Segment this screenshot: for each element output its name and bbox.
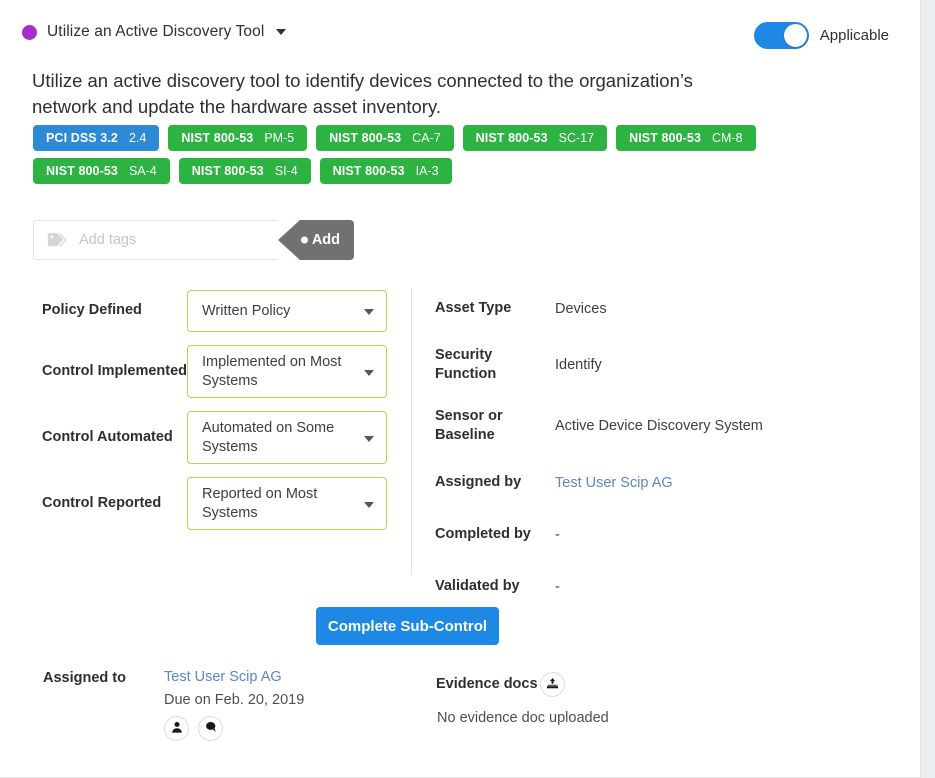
detail-label: Sensor or Baseline bbox=[435, 408, 503, 444]
form-row-label: Control Reported bbox=[42, 494, 162, 511]
select-value: Reported on Most Systems bbox=[202, 486, 318, 521]
form-row-label: Control Automated bbox=[42, 428, 173, 445]
upload-evidence-button[interactable] bbox=[540, 672, 565, 697]
form-row-label: Control Implemented bbox=[42, 362, 188, 379]
framework-badge[interactable]: NIST 800-53 SC-17 bbox=[462, 125, 608, 151]
person-icon bbox=[171, 721, 183, 736]
badge-code-label: SA-4 bbox=[128, 164, 157, 178]
add-tag-button-label: Add bbox=[311, 232, 340, 248]
column-divider bbox=[411, 288, 412, 575]
tag-input-container[interactable] bbox=[33, 220, 278, 260]
detail-value-link[interactable]: Test User Scip AG bbox=[555, 475, 673, 491]
assigned-to-block: Test User Scip AG Due on Feb. 20, 2019 bbox=[164, 669, 304, 741]
badge-code-label: 2.4 bbox=[128, 131, 147, 145]
applicable-toggle-label: Applicable bbox=[819, 27, 889, 44]
detail-row: Asset Type Devices bbox=[435, 294, 895, 323]
detail-row: Validated by - bbox=[435, 573, 895, 602]
select-value: Automated on Some Systems bbox=[202, 420, 335, 455]
badge-code-label: CA-7 bbox=[412, 131, 441, 145]
detail-label: Validated by bbox=[435, 578, 520, 595]
badge-code-label: SI-4 bbox=[274, 164, 298, 178]
person-icon-button[interactable] bbox=[164, 716, 189, 741]
framework-badge-list: PCI DSS 3.2 2.4 NIST 800-53 PM-5 NIST 800-53… bbox=[33, 125, 883, 184]
detail-label: Assigned by bbox=[435, 474, 522, 491]
chevron-down-icon[interactable] bbox=[276, 29, 287, 35]
detail-row: Security Function Identify bbox=[435, 346, 895, 384]
badge-framework-label: NIST 800-53 bbox=[46, 164, 118, 178]
detail-row: Sensor or Baseline Active Device Discover… bbox=[435, 407, 895, 445]
badge-code-label: CM-8 bbox=[712, 131, 743, 145]
sub-control-description: Utilize an active discovery tool to iden… bbox=[32, 70, 693, 118]
sub-control-title-group[interactable]: Utilize an Active Discovery Tool bbox=[22, 23, 287, 41]
framework-badge[interactable]: NIST 800-53 CA-7 bbox=[316, 125, 454, 151]
badge-framework-label: NIST 800-53 bbox=[475, 131, 548, 145]
framework-badge[interactable]: NIST 800-53 IA-3 bbox=[319, 158, 452, 184]
applicable-toggle[interactable] bbox=[753, 22, 809, 49]
framework-badge[interactable]: NIST 800-53 CM-8 bbox=[616, 125, 756, 151]
select-policy-defined[interactable]: Written Policy bbox=[187, 290, 387, 332]
form-row-label: Policy Defined bbox=[42, 302, 142, 319]
badge-code-label: PM-5 bbox=[264, 131, 295, 145]
detail-value: Active Device Discovery System bbox=[555, 418, 763, 435]
framework-badge[interactable]: NIST 800-53 SA-4 bbox=[33, 158, 170, 184]
assignee-link[interactable]: Test User Scip AG bbox=[164, 669, 304, 685]
select-value: Implemented on Most Systems bbox=[202, 354, 342, 389]
upload-icon bbox=[546, 677, 559, 693]
chevron-down-icon bbox=[364, 369, 374, 376]
badge-framework-label: NIST 800-53 bbox=[332, 164, 405, 178]
tag-hole-icon bbox=[301, 236, 308, 244]
applicable-toggle-group[interactable]: Applicable bbox=[753, 22, 889, 49]
badge-framework-label: NIST 800-53 bbox=[191, 164, 264, 178]
page-title: Utilize an Active Discovery Tool bbox=[47, 23, 265, 40]
badge-framework-label: PCI DSS 3.2 bbox=[46, 131, 118, 145]
detail-value: - bbox=[555, 579, 560, 595]
details-list: Asset Type Devices Security Function Identi… bbox=[435, 294, 895, 625]
badge-framework-label: NIST 800-53 bbox=[181, 131, 254, 145]
status-dot-icon bbox=[22, 24, 37, 40]
badge-code-label: IA-3 bbox=[415, 164, 439, 178]
chevron-down-icon bbox=[364, 435, 374, 442]
sub-control-card: Utilize an Active Discovery Tool Applica… bbox=[0, 0, 921, 778]
chevron-down-icon bbox=[364, 501, 374, 508]
card-header: Utilize an Active Discovery Tool Applica… bbox=[0, 0, 920, 62]
select-control-automated[interactable]: Automated on Some Systems bbox=[187, 411, 387, 464]
detail-row: Assigned by Test User Scip AG bbox=[435, 469, 895, 498]
due-date-text: Due on Feb. 20, 2019 bbox=[164, 692, 305, 708]
assessment-form: Policy Defined Written Policy Control Impl… bbox=[42, 290, 392, 543]
chevron-down-icon bbox=[364, 309, 374, 315]
evidence-status-text: No evidence doc uploaded bbox=[437, 710, 609, 726]
detail-label: Security Function bbox=[435, 347, 497, 383]
form-row: Control Implemented Implemented on Most S… bbox=[42, 345, 392, 398]
assigned-to-label: Assigned to bbox=[43, 670, 126, 686]
framework-badge[interactable]: NIST 800-53 PM-5 bbox=[168, 125, 308, 151]
footer-icon-group bbox=[164, 716, 304, 741]
comment-icon-button[interactable] bbox=[198, 716, 223, 741]
select-value: Written Policy bbox=[202, 302, 291, 319]
form-row: Control Reported Reported on Most Systems bbox=[42, 477, 392, 530]
select-control-implemented[interactable]: Implemented on Most Systems bbox=[187, 345, 387, 398]
form-row: Policy Defined Written Policy bbox=[42, 290, 392, 332]
form-row: Control Automated Automated on Some Syste… bbox=[42, 411, 392, 464]
add-tag-button[interactable]: Add bbox=[278, 220, 354, 260]
detail-row: Completed by - bbox=[435, 521, 895, 550]
badge-code-label: SC-17 bbox=[558, 131, 595, 145]
tag-icon bbox=[47, 232, 67, 248]
detail-value: Devices bbox=[555, 300, 607, 317]
detail-label: Asset Type bbox=[435, 299, 512, 316]
detail-value: - bbox=[555, 527, 560, 543]
select-control-reported[interactable]: Reported on Most Systems bbox=[187, 477, 387, 530]
detail-value: Identify bbox=[555, 357, 602, 374]
badge-framework-label: NIST 800-53 bbox=[329, 131, 402, 145]
toggle-knob bbox=[783, 24, 807, 47]
tag-input[interactable] bbox=[77, 231, 257, 249]
add-tags-row: Add bbox=[33, 220, 354, 260]
complete-sub-control-button[interactable]: Complete Sub-Control bbox=[316, 607, 499, 645]
badge-framework-label: NIST 800-53 bbox=[629, 131, 702, 145]
detail-label: Completed by bbox=[435, 526, 531, 543]
framework-badge[interactable]: NIST 800-53 SI-4 bbox=[178, 158, 311, 184]
framework-badge[interactable]: PCI DSS 3.2 2.4 bbox=[33, 125, 160, 151]
evidence-docs-label: Evidence docs bbox=[436, 676, 538, 692]
comment-icon bbox=[205, 721, 217, 736]
